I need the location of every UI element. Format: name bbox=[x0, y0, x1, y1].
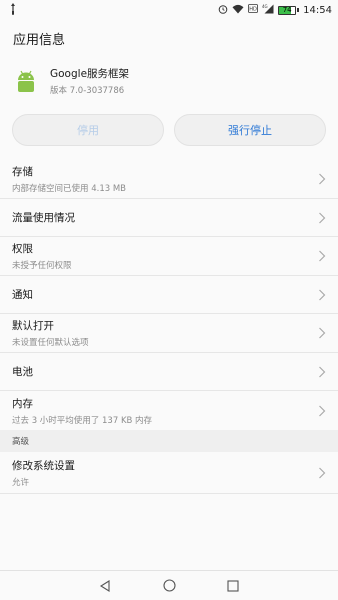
item-subtitle: 允许 bbox=[12, 477, 30, 488]
chevron-right-icon bbox=[319, 289, 326, 300]
chevron-right-icon bbox=[319, 327, 326, 339]
list-item-data-usage[interactable]: 流量使用情况 bbox=[0, 199, 338, 237]
list-item-notifications[interactable]: 通知 bbox=[0, 276, 338, 314]
wifi-icon bbox=[232, 4, 244, 17]
chevron-right-icon bbox=[319, 250, 326, 262]
battery-level: 74 bbox=[282, 5, 292, 14]
item-subtitle: 未授予任何权限 bbox=[12, 261, 72, 271]
recents-icon[interactable] bbox=[226, 579, 240, 593]
item-title: 存储 bbox=[12, 166, 33, 178]
chevron-right-icon bbox=[319, 173, 326, 185]
home-icon[interactable] bbox=[162, 579, 176, 593]
list-item-battery[interactable]: 电池 bbox=[0, 353, 338, 391]
svg-text:HD: HD bbox=[249, 7, 257, 13]
settings-list: 存储 内部存储空间已使用 4.13 MB 流量使用情况 权限 未授予任何权限 通… bbox=[0, 160, 338, 430]
app-header: Google服务框架 版本 7.0-3037786 bbox=[0, 56, 338, 106]
list-item-memory[interactable]: 内存 过去 3 小时平均使用了 137 KB 内存 bbox=[0, 391, 338, 430]
back-icon[interactable] bbox=[98, 579, 112, 593]
disable-button[interactable]: 停用 bbox=[12, 114, 164, 146]
android-icon bbox=[13, 68, 39, 94]
battery-icon: 74 bbox=[278, 5, 300, 15]
usb-icon bbox=[8, 2, 18, 18]
list-item-modify-system-settings[interactable]: 修改系统设置 允许 bbox=[0, 452, 338, 494]
list-item-storage[interactable]: 存储 内部存储空间已使用 4.13 MB bbox=[0, 160, 338, 199]
chevron-right-icon bbox=[319, 366, 326, 377]
list-item-open-by-default[interactable]: 默认打开 未设置任何默认选项 bbox=[0, 314, 338, 353]
status-bar: HD 4G 74 14:54 bbox=[0, 0, 338, 20]
chevron-right-icon bbox=[319, 212, 326, 223]
list-item-permissions[interactable]: 权限 未授予任何权限 bbox=[0, 237, 338, 276]
action-buttons: 停用 强行停止 bbox=[0, 114, 338, 146]
app-name: Google服务框架 bbox=[50, 68, 130, 80]
item-title: 修改系统设置 bbox=[12, 459, 75, 472]
navigation-bar bbox=[0, 570, 338, 600]
section-header-advanced: 高级 bbox=[0, 430, 338, 452]
hd-icon: HD bbox=[248, 4, 259, 16]
chevron-right-icon bbox=[319, 467, 326, 478]
item-subtitle: 未设置任何默认选项 bbox=[12, 338, 89, 348]
clock: 14:54 bbox=[303, 4, 332, 16]
item-subtitle: 过去 3 小时平均使用了 137 KB 内存 bbox=[12, 415, 153, 426]
item-title: 流量使用情况 bbox=[12, 212, 75, 224]
item-title: 权限 bbox=[12, 243, 33, 255]
item-title: 电池 bbox=[12, 366, 33, 378]
force-stop-button[interactable]: 强行停止 bbox=[174, 114, 326, 146]
page-title: 应用信息 bbox=[13, 32, 66, 48]
item-subtitle: 内部存储空间已使用 4.13 MB bbox=[12, 184, 126, 194]
item-title: 通知 bbox=[12, 289, 33, 301]
chevron-right-icon bbox=[319, 405, 326, 416]
item-title: 内存 bbox=[12, 397, 33, 410]
item-title: 默认打开 bbox=[12, 320, 54, 332]
app-version: 版本 7.0-3037786 bbox=[50, 86, 125, 96]
alarm-icon bbox=[218, 4, 228, 17]
svg-text:4G: 4G bbox=[262, 4, 268, 9]
signal-4g-icon: 4G bbox=[262, 4, 274, 17]
